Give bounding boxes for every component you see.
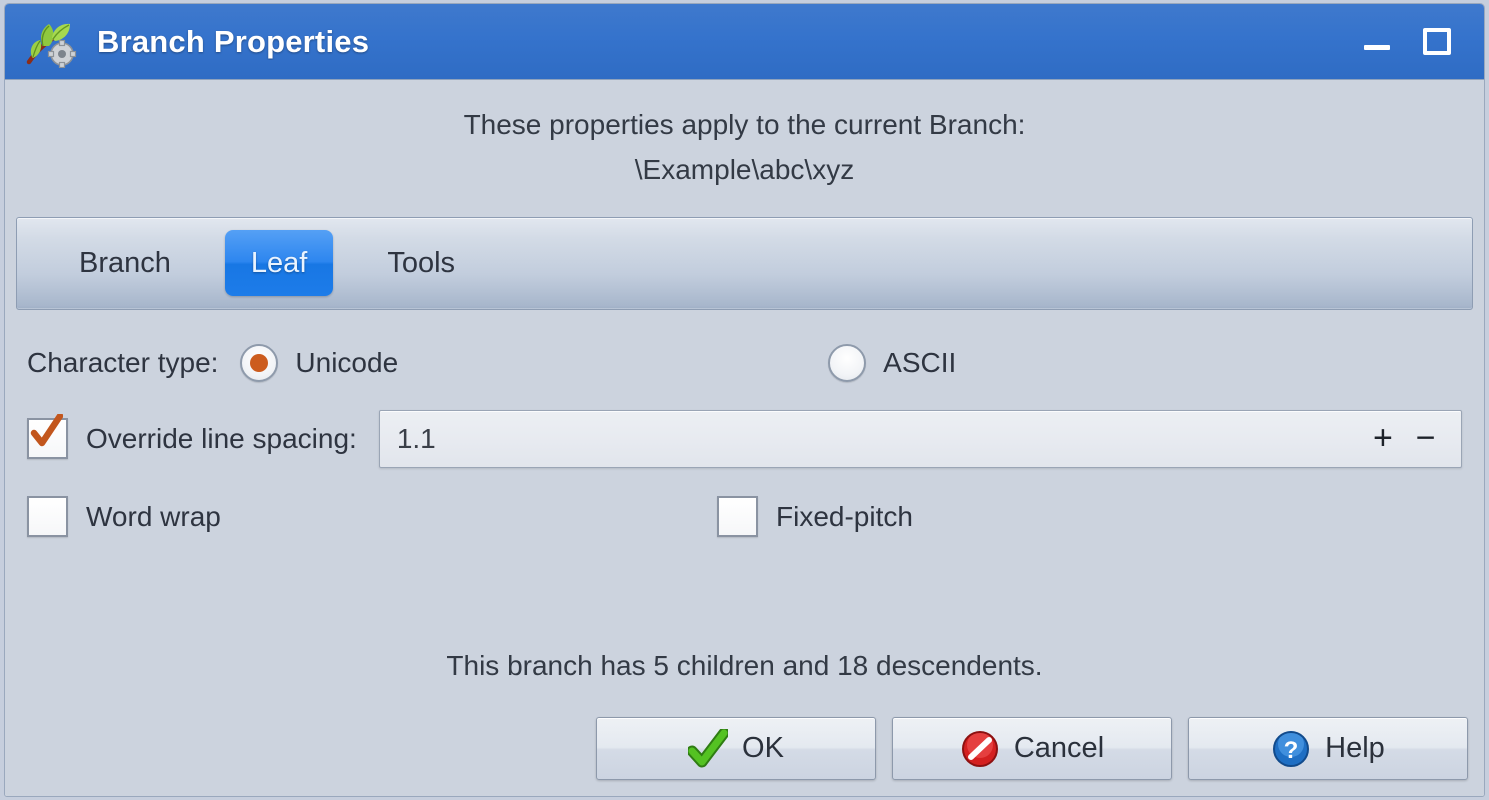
checkbox-fixed-pitch-box: [717, 496, 758, 538]
line-spacing-decrement-button[interactable]: −: [1404, 411, 1447, 467]
branch-stats-text: This branch has 5 children and 18 descen…: [446, 649, 1043, 681]
radio-unicode-label: Unicode: [295, 346, 399, 378]
tab-branch[interactable]: Branch: [53, 230, 197, 296]
checkbox-word-wrap-label: Word wrap: [86, 500, 221, 532]
tab-tools[interactable]: Tools: [361, 230, 481, 296]
radio-ascii-label: ASCII: [883, 346, 957, 378]
ok-button[interactable]: OK: [596, 717, 876, 780]
checkbox-override-line-spacing[interactable]: Override line spacing:: [27, 414, 357, 460]
help-button[interactable]: ? Help: [1188, 717, 1468, 780]
cancel-button[interactable]: Cancel: [892, 717, 1172, 780]
intro-line-1: These properties apply to the current Br…: [463, 109, 1026, 140]
line-spacing-input[interactable]: [379, 421, 1362, 456]
radio-ascii-indicator: [828, 343, 867, 382]
checkbox-fixed-pitch-label: Fixed-pitch: [776, 500, 913, 532]
leaf-tab-panel: Character type: Unicode ASCII Override l…: [5, 326, 1484, 682]
checkbox-override-line-spacing-box: [27, 414, 68, 460]
line-spacing-row: Override line spacing: + −: [27, 402, 1462, 476]
checkbox-override-line-spacing-label: Override line spacing:: [86, 422, 357, 454]
help-button-label: Help: [1325, 732, 1385, 764]
text-flags-row: Word wrap Fixed-pitch: [27, 480, 1462, 554]
character-type-row: Character type: Unicode ASCII: [27, 326, 1462, 400]
leaf-gear-icon: [19, 16, 81, 68]
blue-question-icon: ?: [1273, 730, 1310, 767]
intro-text: These properties apply to the current Br…: [5, 80, 1484, 193]
title-bar: Branch Properties: [5, 4, 1484, 80]
tab-bar: Branch Leaf Tools: [16, 216, 1473, 310]
checkbox-word-wrap-box: [27, 496, 68, 538]
screenshot-root: Branch Properties These properties apply…: [0, 0, 1489, 800]
dialog-button-bar: OK Cancel ? Help: [596, 717, 1468, 780]
window-title: Branch Properties: [97, 23, 370, 59]
svg-text:?: ?: [1284, 737, 1299, 764]
radio-ascii[interactable]: ASCII: [828, 343, 957, 382]
tab-leaf[interactable]: Leaf: [224, 230, 334, 297]
dialog-body: These properties apply to the current Br…: [5, 80, 1484, 796]
red-forbidden-icon: [961, 730, 998, 767]
maximize-icon[interactable]: [1420, 25, 1454, 59]
checkbox-word-wrap[interactable]: Word wrap: [27, 496, 717, 538]
cancel-button-label: Cancel: [1013, 732, 1105, 764]
branch-path: \Example\abc\xyz: [634, 154, 855, 186]
line-spacing-spinbox[interactable]: + −: [378, 409, 1462, 468]
checkbox-fixed-pitch[interactable]: Fixed-pitch: [717, 496, 913, 538]
radio-unicode[interactable]: Unicode: [240, 343, 399, 382]
green-check-icon: [688, 728, 729, 767]
ok-button-label: OK: [742, 732, 784, 764]
line-spacing-increment-button[interactable]: +: [1362, 411, 1405, 467]
branch-properties-dialog: Branch Properties These properties apply…: [4, 3, 1485, 797]
window-controls: [1360, 25, 1474, 59]
character-type-label: Character type:: [27, 346, 219, 378]
minimize-icon[interactable]: [1360, 25, 1394, 59]
radio-unicode-indicator: [240, 343, 279, 382]
